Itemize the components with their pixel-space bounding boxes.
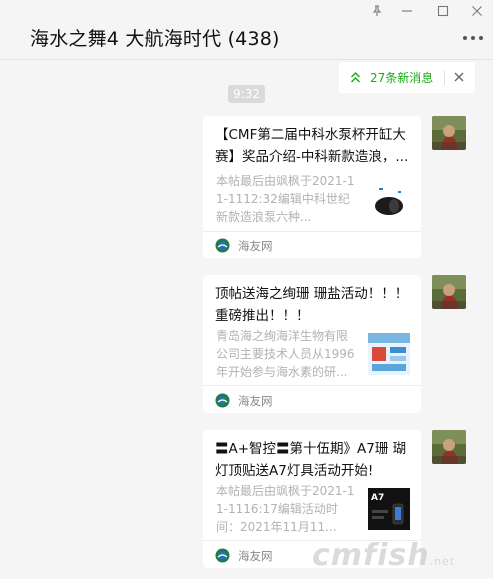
source-logo-icon [215, 393, 230, 408]
more-icon[interactable] [463, 33, 483, 43]
divider [444, 70, 445, 85]
source-name: 海友网 [238, 549, 273, 563]
card-description: 本帖最后由飒枫于2021-11-1116:17编辑活动时间：2021年11月11… [216, 484, 355, 534]
avatar[interactable] [432, 275, 466, 309]
source-logo-icon [215, 548, 230, 563]
card-thumbnail [368, 182, 410, 224]
watermark-suffix: .net [429, 555, 456, 568]
link-card-2[interactable]: 顶帖送海之绚珊 珊盐活动！！！ 重磅推出！！！ 青岛海之绚海洋生物有限公司主要技… [203, 275, 421, 413]
link-card-1[interactable]: 【CMF第二届中科水泵杯开缸大赛】奖品介绍-中科新款造浪，... 本帖最后由飒枫… [203, 116, 421, 258]
card-thumbnail: A7 [368, 488, 410, 530]
source-name: 海友网 [238, 394, 273, 408]
source-logo-icon [215, 238, 230, 253]
dismiss-icon[interactable] [453, 71, 465, 83]
card-description: 青岛海之绚海洋生物有限公司主要技术人员从1996年开始参与海水素的研... [216, 329, 355, 379]
watermark-text: cmfish [312, 538, 430, 573]
card-title: 〓A+智控〓第十伍期》A7珊 瑚灯顶贴送A7灯具活动开始! [215, 441, 407, 479]
divider [203, 385, 421, 386]
new-messages-notice[interactable]: 27条新消息 [339, 62, 475, 93]
avatar[interactable] [432, 116, 466, 150]
divider [203, 231, 421, 232]
timestamp: 9:32 [228, 85, 265, 103]
chat-header: 海水之舞4 大航海时代 (438) [0, 0, 493, 60]
watermark: cmfish.net [312, 538, 455, 573]
double-chevron-up-icon [350, 71, 361, 83]
source-name: 海友网 [238, 239, 273, 253]
pin-icon[interactable] [366, 2, 388, 20]
avatar[interactable] [432, 430, 466, 464]
chat-title: 海水之舞4 大航海时代 (438) [30, 28, 280, 50]
thumbnail-label: A7 [371, 493, 384, 503]
new-messages-count: 27条新消息 [370, 71, 434, 85]
card-thumbnail [368, 333, 410, 375]
minimize-icon[interactable] [396, 2, 418, 20]
maximize-icon[interactable] [432, 2, 454, 20]
close-icon[interactable] [466, 2, 488, 20]
card-title: 顶帖送海之绚珊 珊盐活动！！！ 重磅推出！！！ [215, 286, 409, 324]
card-description: 本帖最后由飒枫于2021-11-1112:32编辑中科世纪新款造浪泵六种... [216, 174, 355, 224]
card-title: 【CMF第二届中科水泵杯开缸大赛】奖品介绍-中科新款造浪，... [215, 127, 409, 165]
